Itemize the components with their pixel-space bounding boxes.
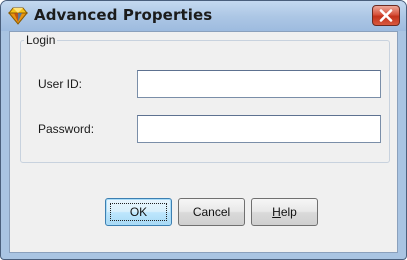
help-button-label: elp xyxy=(280,205,297,219)
cancel-button-label: Cancel xyxy=(192,205,231,219)
title-bar[interactable]: Advanced Properties xyxy=(1,1,406,31)
user-id-input[interactable] xyxy=(137,70,381,98)
login-group-legend: Login xyxy=(24,33,58,47)
login-groupbox: Login User ID: Password: xyxy=(20,33,390,163)
window-title: Advanced Properties xyxy=(34,6,213,24)
help-button[interactable]: Help xyxy=(251,198,318,226)
close-x-icon xyxy=(379,9,393,22)
advanced-properties-dialog: Advanced Properties Login User ID: Passw… xyxy=(0,0,407,260)
help-mnemonic-letter: H xyxy=(272,205,281,219)
close-button[interactable] xyxy=(372,5,400,26)
user-id-label: User ID: xyxy=(38,77,83,91)
app-diamond-icon xyxy=(7,7,29,25)
password-input[interactable] xyxy=(137,115,381,143)
password-label: Password: xyxy=(38,122,95,136)
focus-indicator xyxy=(110,203,167,221)
ok-button[interactable]: OK xyxy=(105,198,172,226)
cancel-button[interactable]: Cancel xyxy=(178,198,245,226)
